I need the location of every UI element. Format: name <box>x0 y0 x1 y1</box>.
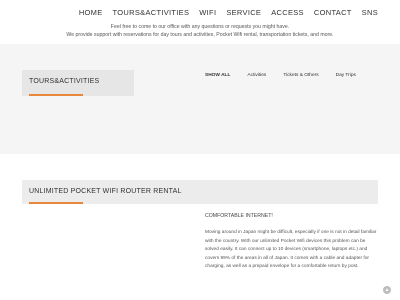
tours-heading-underline <box>29 94 83 96</box>
wifi-subtitle: COMFORTABLE INTERNET! <box>205 213 273 219</box>
scroll-to-top-button[interactable]: ▲ <box>383 286 391 294</box>
filter-activities[interactable]: Activities <box>247 73 266 78</box>
intro-line-2: We provide support with reservations for… <box>66 31 334 38</box>
intro-text: Feel free to come to our office with any… <box>0 24 400 39</box>
wifi-heading-underline <box>29 202 83 204</box>
wifi-body-text: Moving around in Japan might be difficul… <box>205 230 377 270</box>
nav-menu: HOME TOURS&ACTIVITIES WIFI SERVICE ACCES… <box>79 8 378 17</box>
intro-line-1: Feel free to come to our office with any… <box>110 24 290 30</box>
chevron-up-icon: ▲ <box>384 287 390 293</box>
tours-heading: TOURS&ACTIVITIES <box>29 78 100 85</box>
filter-day-trips[interactable]: Day Trips <box>336 73 356 78</box>
nav-sns[interactable]: SNS <box>362 8 378 17</box>
tours-heading-box: TOURS&ACTIVITIES <box>22 70 134 96</box>
nav-service[interactable]: SERVICE <box>226 8 261 17</box>
tours-section <box>0 44 400 154</box>
nav-home[interactable]: HOME <box>79 8 103 17</box>
filter-tickets-others[interactable]: Tickets & Others <box>283 73 318 78</box>
wifi-heading-box: UNLIMITED POCKET WIFI ROUTER RENTAL <box>22 180 378 204</box>
nav-access[interactable]: ACCESS <box>271 8 304 17</box>
nav-wifi[interactable]: WIFI <box>199 8 216 17</box>
nav-tours-activities[interactable]: TOURS&ACTIVITIES <box>113 8 190 17</box>
nav-contact[interactable]: CONTACT <box>314 8 352 17</box>
wifi-heading: UNLIMITED POCKET WIFI ROUTER RENTAL <box>29 188 182 195</box>
top-navigation: HOME TOURS&ACTIVITIES WIFI SERVICE ACCES… <box>0 0 400 44</box>
filter-show-all[interactable]: SHOW ALL <box>205 73 230 78</box>
tour-filters: SHOW ALL Activities Tickets & Others Day… <box>205 73 356 78</box>
wifi-description: COMFORTABLE INTERNET! Moving around in J… <box>205 213 377 272</box>
